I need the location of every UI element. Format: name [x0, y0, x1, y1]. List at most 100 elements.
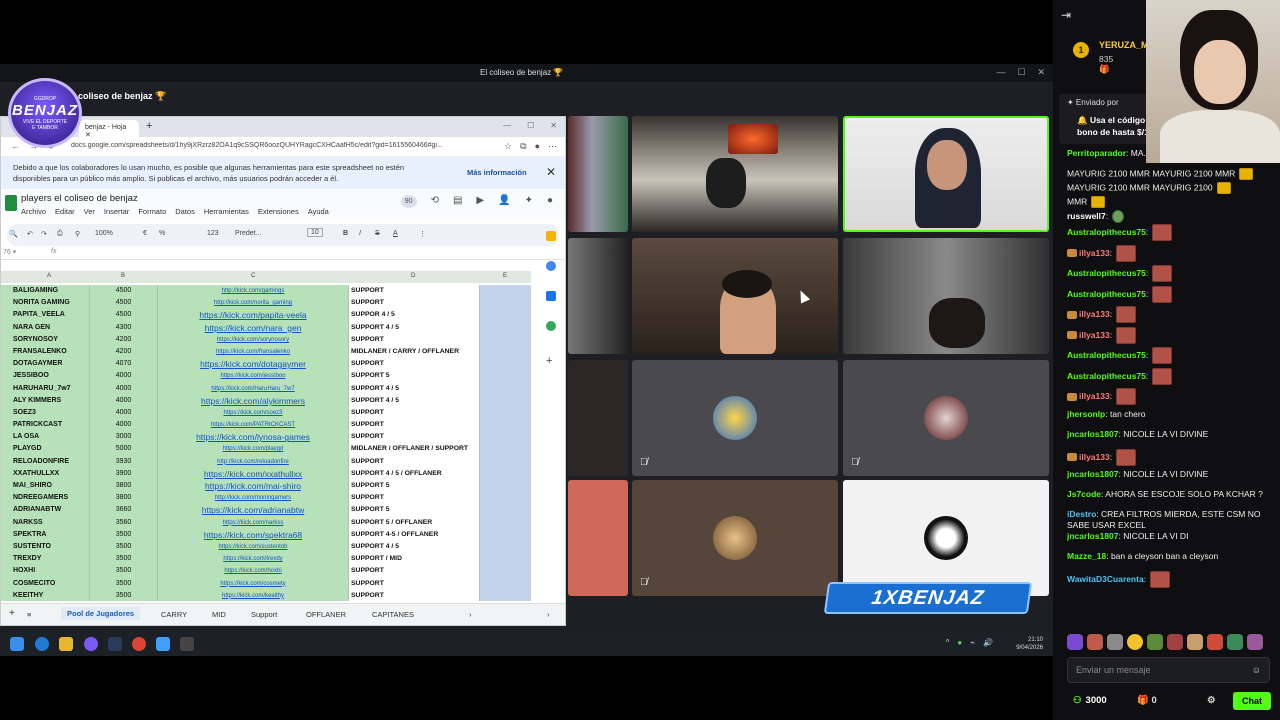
menu-extensiones[interactable]: Extensiones: [258, 207, 299, 216]
player-name-cell[interactable]: ADRIANABTW: [1, 504, 89, 517]
player-name-cell[interactable]: JESSIBOO: [1, 370, 89, 383]
add-addon-icon[interactable]: +: [546, 355, 556, 367]
chat-message[interactable]: illya133:: [1067, 326, 1272, 348]
column-e-cell[interactable]: [479, 394, 531, 407]
channel-link-cell[interactable]: http://kick.com/reloadonfire: [157, 455, 348, 468]
tray-volume-icon[interactable]: 🔊: [983, 638, 993, 647]
player-name-cell[interactable]: KEEITHY: [1, 589, 89, 601]
edge-icon[interactable]: [35, 637, 49, 651]
player-name-cell[interactable]: TREXDY: [1, 553, 89, 566]
chat-message[interactable]: illya133:: [1067, 306, 1272, 327]
column-e-cell[interactable]: [479, 431, 531, 444]
file-explorer-icon[interactable]: [59, 637, 73, 651]
chat-message[interactable]: russwell7:: [1067, 210, 1272, 224]
player-name-cell[interactable]: DOTAGAYMER: [1, 358, 89, 371]
more-info-link[interactable]: Más información: [467, 168, 527, 177]
emote-icon[interactable]: [1227, 634, 1243, 650]
role-cell[interactable]: SUPPORT: [348, 577, 479, 590]
mmr-cell[interactable]: 4500: [89, 309, 157, 322]
column-e-cell[interactable]: [479, 553, 531, 566]
mmr-cell[interactable]: 5000: [89, 443, 157, 456]
channel-link-cell[interactable]: https://kick.com/soez3: [157, 406, 348, 420]
mmr-cell[interactable]: 4200: [89, 333, 157, 346]
role-cell[interactable]: SUPPORT 5 / OFFLANER: [348, 516, 479, 529]
table-row[interactable]: ALY KIMMERS 4000 https://kick.com/alykimme…: [1, 394, 531, 407]
table-row[interactable]: PAPITA_VEELA 4500 https://kick.com/papita-…: [1, 309, 531, 322]
column-header-d[interactable]: D: [411, 273, 415, 279]
chat-username[interactable]: iDestro: [1067, 509, 1096, 519]
column-e-cell[interactable]: [479, 358, 531, 371]
role-cell[interactable]: SUPPORT: [348, 589, 479, 601]
chat-message[interactable]: Js7code: AHORA SE ESCOJE SOLO PA KCHAR ?: [1067, 489, 1272, 509]
chat-username[interactable]: jncarlos1807: [1067, 469, 1119, 479]
column-e-cell[interactable]: [479, 370, 531, 383]
player-name-cell[interactable]: NARKSS: [1, 516, 89, 529]
menu-formato[interactable]: Formato: [138, 207, 166, 216]
role-cell[interactable]: SUPPORT: [348, 419, 479, 432]
video-tile-4[interactable]: [568, 238, 628, 354]
emote-icon[interactable]: [1127, 634, 1143, 650]
channel-link-cell[interactable]: https://kick.com/mai-shiro: [157, 480, 348, 493]
column-e-cell[interactable]: [479, 504, 531, 517]
channel-link-cell[interactable]: https://kick.com/cosmety: [157, 577, 348, 590]
channel-link-cell[interactable]: https://kick.com/nara_gen: [157, 321, 348, 334]
document-title[interactable]: players el coliseo de benjaz: [21, 193, 138, 204]
chrome-icon[interactable]: [132, 637, 146, 651]
table-row[interactable]: ADRIANABTW 3660 https://kick.com/adrianabt…: [1, 504, 531, 517]
player-name-cell[interactable]: HOXHI: [1, 565, 89, 578]
player-name-cell[interactable]: FRANSALENKO: [1, 345, 89, 359]
maps-icon[interactable]: [546, 321, 556, 331]
menu-icon[interactable]: ⋯: [548, 141, 557, 152]
account-avatar[interactable]: ●: [547, 195, 553, 208]
table-row[interactable]: DOTAGAYMER 4070 https://kick.com/dotagayme…: [1, 358, 531, 371]
search-icon[interactable]: 🔍: [9, 230, 18, 238]
role-cell[interactable]: SUPPORT: [348, 565, 479, 578]
chat-username[interactable]: illya133: [1079, 247, 1110, 257]
meet-icon[interactable]: ▶: [476, 195, 484, 208]
role-cell[interactable]: SUPPORT 4 / 5: [348, 394, 479, 407]
chat-username[interactable]: Australopithecus75: [1067, 227, 1146, 237]
emote-icon[interactable]: [1147, 634, 1163, 650]
mmr-cell[interactable]: 3930: [89, 455, 157, 468]
mmr-cell[interactable]: 3500: [89, 528, 157, 541]
player-name-cell[interactable]: LA OSA: [1, 431, 89, 444]
chat-message[interactable]: MMR: [1067, 196, 1272, 210]
mmr-cell[interactable]: 3500: [89, 565, 157, 578]
chat-username[interactable]: Australopithecus75: [1067, 350, 1146, 360]
channel-link-cell[interactable]: https://kick.com/trexdy: [157, 553, 348, 566]
app-icon[interactable]: [156, 637, 170, 651]
video-tile-10[interactable]: [568, 480, 628, 596]
player-name-cell[interactable]: NORITA GAMING: [1, 297, 89, 310]
channel-link-cell[interactable]: https://kick.com/adrianabtw: [157, 504, 348, 517]
chat-message[interactable]: WawitaD3Cuarenta:: [1067, 571, 1272, 592]
name-box[interactable]: 76 ▾: [3, 248, 16, 256]
tab-capitanes[interactable]: CAPITANES: [372, 610, 414, 619]
role-cell[interactable]: SUPPORT: [348, 285, 479, 298]
profile-icon[interactable]: ●: [535, 141, 540, 152]
mmr-cell[interactable]: 3500: [89, 540, 157, 554]
paint-format-icon[interactable]: ⚲: [75, 230, 80, 238]
table-row[interactable]: FRANSALENKO 4200 https://kick.com/fransale…: [1, 345, 531, 359]
player-name-cell[interactable]: RELOADONFIRE: [1, 455, 89, 468]
column-e-cell[interactable]: [479, 528, 531, 541]
chat-username[interactable]: illya133: [1079, 391, 1110, 401]
chat-username[interactable]: illya133: [1079, 451, 1110, 461]
tab-support[interactable]: Support: [251, 610, 277, 619]
player-name-cell[interactable]: ALY KIMMERS: [1, 394, 89, 407]
emote-icon[interactable]: [1067, 634, 1083, 650]
sheet-grid[interactable]: A B C D E BALIGAMING 4500 http://kick.com/…: [1, 271, 531, 601]
video-tile-7[interactable]: [568, 360, 628, 476]
channel-link-cell[interactable]: https://kick.com/jessiboo: [157, 370, 348, 383]
table-row[interactable]: NDREEGAMERS 3800 http://kick.com/moningame…: [1, 492, 531, 505]
role-cell[interactable]: SUPPORT: [348, 406, 479, 420]
close-icon[interactable]: ✕: [1037, 67, 1045, 78]
chat-message[interactable]: Australopithecus75:: [1067, 347, 1272, 368]
channel-link-cell[interactable]: https://kick.com/papita-veela: [157, 309, 348, 322]
gemini-icon[interactable]: ✦: [525, 195, 533, 208]
mmr-cell[interactable]: 4500: [89, 285, 157, 298]
mmr-cell[interactable]: 3500: [89, 553, 157, 566]
close-icon[interactable]: ✕: [546, 165, 556, 179]
send-chat-button[interactable]: Chat: [1233, 692, 1271, 710]
table-row[interactable]: SORYNOSOY 4200 https://kick.com/sorynosory…: [1, 333, 531, 346]
maximize-icon[interactable]: ☐: [1017, 67, 1025, 78]
